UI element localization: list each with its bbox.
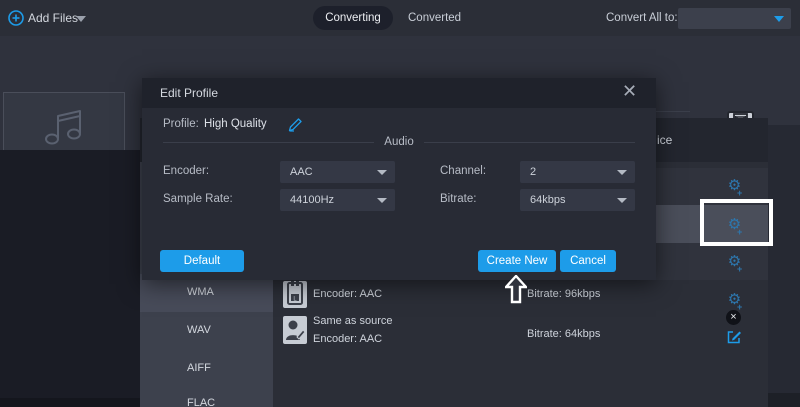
create-new-button[interactable]: Create New — [478, 250, 556, 272]
bottom-bar-right — [768, 393, 800, 407]
highlight-annotation-box — [700, 199, 773, 246]
encoder-label: Encoder: — [163, 165, 209, 177]
edit-profile-dialog: Edit Profile ✕ Profile: High Quality Aud… — [142, 78, 656, 280]
music-note-icon — [42, 107, 86, 147]
profile-title: Same as source — [313, 315, 392, 327]
edit-profile-square-icon[interactable] — [726, 329, 742, 345]
profile-label: Profile: — [163, 118, 199, 130]
custom-profile-gear-icon[interactable]: ⚙+ — [726, 178, 743, 195]
bitrate-label: Bitrate: — [440, 193, 476, 205]
default-button[interactable]: Default — [160, 250, 244, 272]
sidebar-item-wma[interactable]: WMA — [187, 286, 214, 298]
add-files-chevron-down-icon[interactable] — [76, 16, 86, 22]
format-panel-title-fragment: ice — [657, 133, 672, 147]
cancel-button[interactable]: Cancel — [560, 250, 616, 272]
convert-all-to-label: Convert All to: — [606, 12, 678, 24]
remove-profile-icon[interactable]: × — [726, 310, 741, 325]
audio-section-divider: Audio — [163, 135, 635, 149]
video-converter-window: Add Files Converting Converted Convert A… — [0, 0, 800, 407]
sidebar-item-wav[interactable]: WAV — [187, 324, 211, 336]
profile-bitrate-label: Bitrate: 96kbps — [527, 288, 600, 300]
same-as-source-profile-icon — [283, 316, 307, 344]
bottom-bar-left — [0, 398, 140, 407]
file-list-background — [0, 150, 140, 407]
profile-encoder-label: Encoder: AAC — [313, 333, 382, 345]
channel-label: Channel: — [440, 165, 486, 177]
sidebar-item-flac[interactable]: FLAC — [187, 397, 215, 407]
convert-all-dropdown[interactable] — [678, 8, 791, 29]
custom-profile-gear-icon[interactable]: ⚙+ — [726, 292, 743, 309]
user-edit-icon — [283, 316, 307, 344]
chevron-down-icon — [377, 198, 387, 203]
profile-encoder-label: Encoder: AAC — [313, 288, 382, 300]
bitrate-dropdown[interactable]: 64kbps — [520, 189, 635, 211]
add-files-plus-icon[interactable] — [8, 10, 24, 26]
profile-edit-pencil-icon[interactable] — [288, 117, 303, 132]
dialog-header: Edit Profile ✕ — [142, 78, 656, 108]
convert-all-chevron-down-icon — [774, 16, 784, 22]
sidebar-item-aiff[interactable]: AIFF — [187, 362, 211, 374]
chevron-down-icon — [617, 170, 627, 175]
audio-section-title: Audio — [374, 136, 423, 148]
disk-icon: L — [283, 281, 307, 308]
top-toolbar: Add Files Converting Converted Convert A… — [0, 0, 800, 36]
dialog-close-icon[interactable]: ✕ — [622, 81, 637, 102]
sample-rate-dropdown[interactable]: 44100Hz — [280, 189, 395, 211]
channel-dropdown[interactable]: 2 — [520, 161, 635, 183]
chevron-down-icon — [377, 170, 387, 175]
sample-rate-label: Sample Rate: — [163, 193, 233, 205]
lossless-profile-icon: L — [283, 281, 307, 308]
tab-converted[interactable]: Converted — [408, 12, 461, 24]
tab-converting[interactable]: Converting — [313, 6, 393, 30]
up-arrow-cursor-icon — [505, 275, 527, 304]
format-panel-right-margin — [768, 125, 800, 393]
encoder-dropdown[interactable]: AAC — [280, 161, 395, 183]
chevron-down-icon — [617, 198, 627, 203]
profile-bitrate-label: Bitrate: 64kbps — [527, 328, 600, 340]
add-files-button[interactable]: Add Files — [28, 11, 78, 25]
profile-name-value: High Quality — [204, 118, 267, 130]
custom-profile-gear-icon[interactable]: ⚙+ — [726, 254, 743, 271]
dialog-title: Edit Profile — [160, 86, 218, 100]
